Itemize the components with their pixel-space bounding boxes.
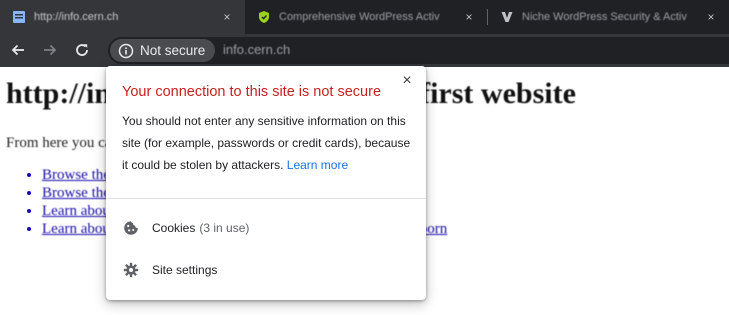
forward-button[interactable] [38,38,62,62]
page-icon [13,11,25,23]
site-info-popup: × Your connection to this site is not se… [106,66,426,300]
popup-body-text: You should not enter any sensitive infor… [122,114,411,172]
arrow-left-icon [11,44,24,56]
cookies-count: (3 in use) [199,221,250,235]
tab-strip: http://info.cern.ch × Comprehensive Word… [0,0,729,34]
url-text[interactable]: info.cern.ch [223,42,290,57]
back-button[interactable] [6,38,30,62]
tab-info-cern[interactable]: http://info.cern.ch × [0,0,245,34]
gear-icon [122,261,140,279]
tab-close-icon[interactable]: × [219,9,235,25]
close-icon[interactable]: × [398,72,416,90]
toolbar: Not secure info.cern.ch [0,34,729,67]
tab-close-icon[interactable]: × [461,9,477,25]
site-settings-label: Site settings [152,263,218,277]
tab-title: Niche WordPress Security & Activ [522,11,687,23]
shield-icon [259,11,269,23]
tab-wordpress-activity[interactable]: Comprehensive WordPress Activ × [245,0,487,34]
arrow-right-icon [44,44,57,56]
v-logo-icon [501,12,513,22]
site-settings-row[interactable]: Site settings [122,260,217,280]
info-icon [118,43,134,58]
address-bar[interactable]: Not secure info.cern.ch [108,37,729,64]
popup-body: You should not enter any sensitive infor… [122,110,412,176]
site-info-button[interactable]: Not secure [110,39,216,62]
cookies-row[interactable]: Cookies (3 in use) [122,218,249,238]
not-secure-label: Not secure [140,43,206,58]
learn-more-link[interactable]: Learn more [287,158,348,172]
tab-title: Comprehensive WordPress Activ [279,11,440,23]
popup-divider [106,198,426,199]
cookie-icon [122,219,140,237]
popup-heading: Your connection to this site is not secu… [122,84,382,100]
tab-close-icon[interactable]: × [703,9,719,25]
reload-icon [76,44,88,56]
tab-title: http://info.cern.ch [34,11,119,23]
reload-button[interactable] [70,38,94,62]
cookies-label: Cookies [152,221,196,235]
tab-wordpress-security[interactable]: Niche WordPress Security & Activ × [488,0,729,34]
